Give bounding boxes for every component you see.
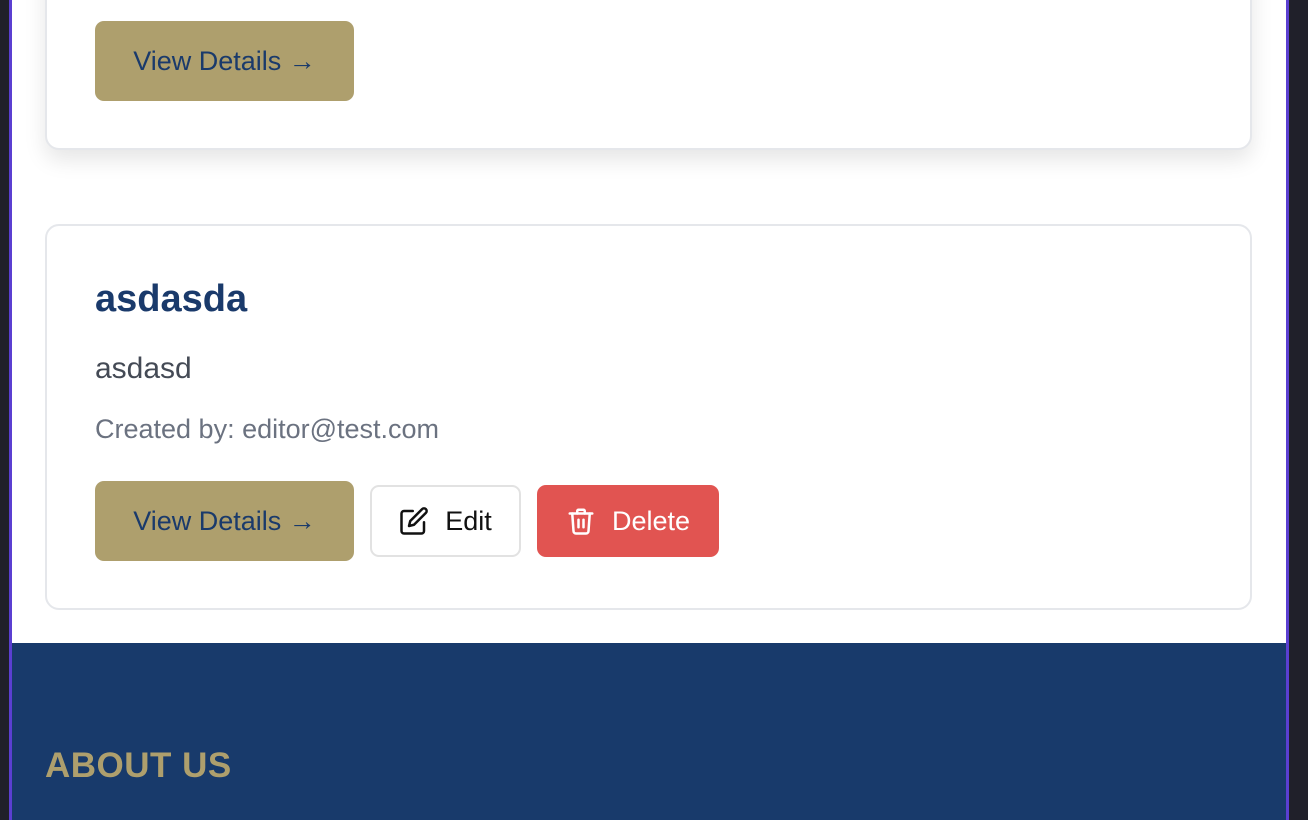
edit-button[interactable]: Edit [370, 485, 521, 557]
edit-label: Edit [445, 505, 492, 536]
view-details-button[interactable]: View Details → [95, 481, 354, 561]
footer: ABOUT US [12, 643, 1286, 820]
created-by-text: Created by: editor@test.com [95, 414, 440, 444]
window-frame: View Details → asdasda asdasd Created by… [0, 0, 1308, 820]
item-card: asdasda asdasd Created by: editor@test.c… [45, 224, 1252, 610]
edit-icon [399, 506, 429, 536]
view-details-button[interactable]: View Details → [95, 21, 354, 101]
page-content[interactable]: View Details → asdasda asdasd Created by… [12, 0, 1286, 820]
view-details-label: View Details → [133, 505, 316, 536]
view-details-label: View Details → [133, 45, 316, 76]
delete-label: Delete [611, 505, 691, 536]
card-title: asdasda [95, 278, 248, 320]
footer-about-heading: ABOUT US [45, 746, 232, 785]
item-card: View Details → [45, 0, 1252, 150]
trash-icon [566, 506, 596, 536]
card-description: asdasd [95, 352, 192, 385]
delete-button[interactable]: Delete [537, 485, 719, 557]
